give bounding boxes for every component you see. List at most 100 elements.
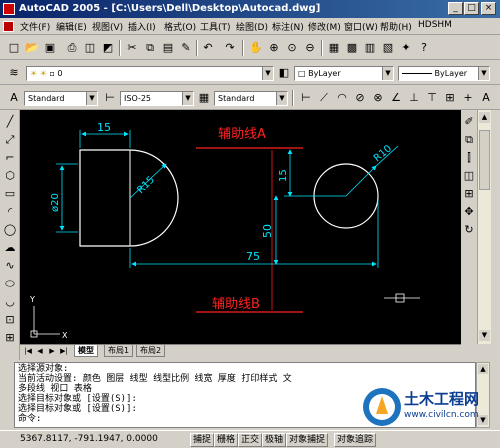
arc-length-dim-icon[interactable]: ◠ (334, 90, 350, 106)
help-icon[interactable]: ? (416, 40, 432, 56)
ellipse-icon[interactable]: ⬭ (2, 276, 18, 292)
chevron-down-icon[interactable]: ▼ (86, 92, 97, 105)
polar-toggle[interactable]: 极轴 (262, 433, 287, 447)
zoom-realtime-icon[interactable]: ⊕ (266, 40, 282, 56)
grid-toggle[interactable]: 栅格 (214, 433, 239, 447)
circle-icon[interactable]: ◯ (2, 222, 18, 238)
rectangle-icon[interactable]: ▭ (2, 186, 18, 202)
dim-edit-icon[interactable]: A (478, 90, 494, 106)
line-icon[interactable]: ╱ (2, 114, 18, 130)
tool-palettes-icon[interactable]: ▥ (362, 40, 378, 56)
copy-icon[interactable]: ⧉ (142, 40, 158, 56)
document-icon[interactable] (3, 21, 14, 32)
tab-next-icon[interactable]: ▶ (46, 343, 58, 359)
tolerance-icon[interactable]: ⊞ (442, 90, 458, 106)
baseline-dim-icon[interactable]: ⊥ (406, 90, 422, 106)
scroll-up-icon[interactable]: ▲ (479, 112, 490, 123)
close-button[interactable]: × (481, 2, 496, 15)
menu-view[interactable]: 视图(V) (92, 20, 123, 33)
maximize-button[interactable]: □ (464, 2, 479, 15)
match-properties-icon[interactable]: ✎ (178, 40, 194, 56)
move-icon[interactable]: ✥ (461, 204, 477, 220)
menu-help[interactable]: 帮助(H) (380, 20, 412, 33)
tab-last-icon[interactable]: ▶| (58, 343, 70, 359)
chevron-down-icon[interactable]: ▼ (182, 92, 193, 105)
tab-layout2[interactable]: 布局2 (136, 345, 166, 357)
rectangle-shape[interactable] (79, 149, 130, 247)
offset-icon[interactable]: ◫ (461, 168, 477, 184)
spline-icon[interactable]: ∿ (2, 258, 18, 274)
polyline-icon[interactable]: ⌐ (2, 150, 18, 166)
ortho-toggle[interactable]: 正交 (238, 433, 263, 447)
zoom-window-icon[interactable]: ⊙ (284, 40, 300, 56)
tab-first-icon[interactable]: |◀ (22, 343, 34, 359)
revision-cloud-icon[interactable]: ☁ (2, 240, 18, 256)
drawing-canvas[interactable]: 辅助线A 辅助线B 15 ø20 R15 R10 15 50 75 Y X (20, 110, 461, 344)
array-icon[interactable]: ⊞ (461, 186, 477, 202)
center-mark-icon[interactable]: + (460, 90, 476, 106)
calculator-icon[interactable]: ▧ (380, 40, 396, 56)
chevron-down-icon[interactable]: ▼ (262, 67, 273, 80)
angular-dim-icon[interactable]: ∠ (388, 90, 404, 106)
insert-block-icon[interactable]: ⊡ (2, 312, 18, 328)
zoom-previous-icon[interactable]: ⊖ (302, 40, 318, 56)
markup-icon[interactable]: ✦ (398, 40, 414, 56)
otrack-toggle[interactable]: 对象追踪 (334, 433, 377, 447)
table-style-dropdown[interactable]: Standard ▼ (214, 91, 288, 106)
linear-dim-icon[interactable]: ⊢ (298, 90, 314, 106)
table-style-icon[interactable]: ▦ (196, 90, 212, 106)
osnap-toggle[interactable]: 对象捕捉 (286, 433, 329, 447)
new-file-icon[interactable]: □ (6, 40, 22, 56)
print-icon[interactable]: ⎙ (64, 40, 80, 56)
tab-model[interactable]: 模型 (74, 345, 98, 357)
menu-insert[interactable]: 插入(I) (128, 20, 156, 33)
layer-manager-icon[interactable]: ≋ (6, 65, 22, 81)
color-dropdown[interactable]: □ ByLayer ▼ (294, 66, 394, 81)
publish-icon[interactable]: ◩ (100, 40, 116, 56)
scroll-up-icon[interactable]: ▲ (478, 364, 488, 374)
rotate-icon[interactable]: ↻ (461, 222, 477, 238)
open-folder-icon[interactable]: 📂 (24, 40, 40, 56)
redo-icon[interactable]: ↷ (222, 40, 238, 56)
continue-dim-icon[interactable]: ⊤ (424, 90, 440, 106)
menu-draw[interactable]: 绘图(D) (236, 20, 268, 33)
construction-line-icon[interactable]: ⤢ (2, 132, 18, 148)
menu-window[interactable]: 窗口(W) (344, 20, 378, 33)
tab-prev-icon[interactable]: ◀ (34, 343, 46, 359)
make-block-icon[interactable]: ⊞ (2, 330, 18, 346)
menu-hdshm[interactable]: HDSHM (418, 20, 452, 30)
menu-tools[interactable]: 工具(T) (200, 20, 231, 33)
dim-style-dropdown[interactable]: ISO-25 ▼ (120, 91, 194, 106)
design-center-icon[interactable]: ▩ (344, 40, 360, 56)
ellipse-arc-icon[interactable]: ◡ (2, 294, 18, 310)
linetype-dropdown[interactable]: ByLayer ▼ (398, 66, 490, 81)
chevron-down-icon[interactable]: ▼ (478, 67, 489, 80)
undo-icon[interactable]: ↶ (200, 40, 216, 56)
properties-icon[interactable]: ▦ (326, 40, 342, 56)
arc-icon[interactable]: ◜ (2, 204, 18, 220)
half-circle-r15[interactable] (129, 149, 179, 247)
pan-icon[interactable]: ✋ (248, 40, 264, 56)
text-style-icon[interactable]: A (6, 90, 22, 106)
paste-icon[interactable]: ▤ (160, 40, 176, 56)
menu-modify[interactable]: 修改(M) (308, 20, 341, 33)
make-object-layer-current-icon[interactable]: ◧ (276, 65, 292, 81)
diameter-dim-icon[interactable]: ⊗ (370, 90, 386, 106)
minimize-button[interactable]: _ (448, 2, 463, 15)
menu-file[interactable]: 文件(F) (20, 20, 50, 33)
chevron-down-icon[interactable]: ▼ (382, 67, 393, 80)
dim-r10-leader[interactable] (345, 165, 377, 197)
menu-dimension[interactable]: 标注(N) (272, 20, 304, 33)
snap-toggle[interactable]: 捕捉 (190, 433, 215, 447)
scroll-down-icon[interactable]: ▼ (479, 330, 490, 341)
save-icon[interactable]: ▣ (42, 40, 58, 56)
menu-format[interactable]: 格式(O) (164, 20, 196, 33)
tab-layout1[interactable]: 布局1 (104, 345, 134, 357)
text-style-dropdown[interactable]: Standard ▼ (24, 91, 98, 106)
menu-edit[interactable]: 编辑(E) (56, 20, 87, 33)
erase-icon[interactable]: ✐ (461, 114, 477, 130)
polygon-icon[interactable]: ⬡ (2, 168, 18, 184)
mirror-icon[interactable]: ⫿ (461, 150, 477, 166)
copy-object-icon[interactable]: ⧉ (461, 132, 477, 148)
scroll-thumb[interactable] (479, 130, 490, 190)
